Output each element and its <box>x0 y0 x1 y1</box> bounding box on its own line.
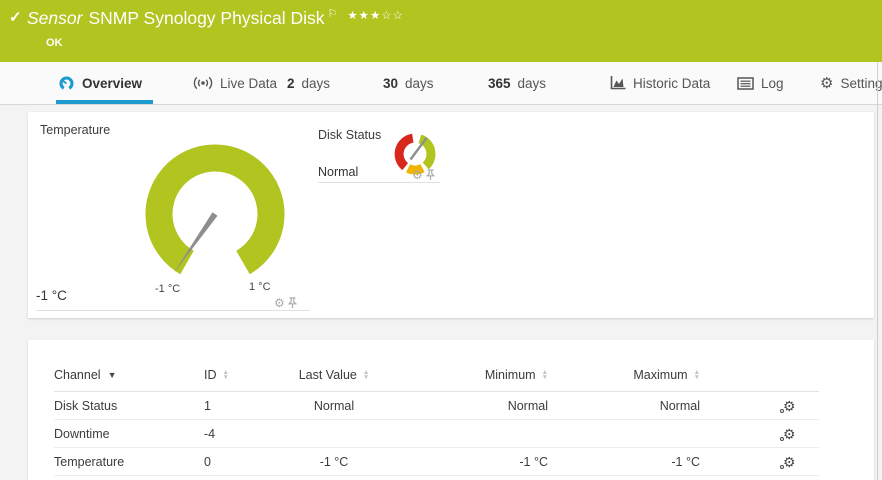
page-title: SNMP Synology Physical Disk <box>88 8 324 28</box>
pin-icon[interactable] <box>288 297 297 309</box>
channels-table: Channel ▼ ID ▲▼ Last Value ▲▼ Minimum ▲▼… <box>28 340 874 476</box>
content-right-divider <box>877 62 878 480</box>
tab-2-days[interactable]: 2 days <box>287 62 330 104</box>
column-header-maximum[interactable]: Maximum ▲▼ <box>552 368 704 382</box>
priority-stars[interactable]: ★★★☆☆ <box>347 10 404 22</box>
tab-label: Live Data <box>220 76 277 91</box>
tab-label: days <box>405 76 434 91</box>
table-row[interactable]: Temperature 0 -1 °C -1 °C -1 °C ⚙ <box>54 448 819 476</box>
tab-365-days[interactable]: 365 days <box>488 62 546 104</box>
flag-icon[interactable]: ⚐ <box>327 8 337 20</box>
table-row[interactable]: Downtime -4 ⚙ <box>54 420 819 448</box>
cell-minimum: -1 °C <box>384 455 552 469</box>
tab-label: Historic Data <box>633 76 710 91</box>
table-row[interactable]: Disk Status 1 Normal Normal Normal ⚙ <box>54 392 819 420</box>
live-data-icon <box>193 76 213 90</box>
tab-label: Log <box>761 76 784 91</box>
temperature-gauge[interactable] <box>140 139 290 289</box>
object-kind-label: Sensor <box>27 8 82 28</box>
cell-minimum: Normal <box>384 399 552 413</box>
active-tab-indicator <box>56 100 153 104</box>
tab-log[interactable]: Log <box>737 62 784 104</box>
sort-icon: ▲▼ <box>542 370 548 380</box>
gauge-settings-gear-icon[interactable]: ⚙ <box>274 297 285 309</box>
temperature-current-value: -1 °C <box>36 288 67 303</box>
tab-historic-data[interactable]: Historic Data <box>610 62 710 104</box>
historic-chart-icon <box>610 76 626 90</box>
disk-status-gauge-actions: ⚙ <box>412 169 435 181</box>
gauge-icon <box>58 75 75 92</box>
cell-maximum: Normal <box>552 399 704 413</box>
tab-label: Overview <box>82 76 142 91</box>
gear-icon: ⚙ <box>820 76 833 91</box>
divider <box>318 182 440 183</box>
temperature-scale-min: -1 °C <box>155 283 180 295</box>
priority-stars-empty: ☆☆ <box>381 10 404 22</box>
tab-number: 30 <box>383 76 398 91</box>
cell-channel[interactable]: Disk Status <box>54 399 204 413</box>
table-header-row: Channel ▼ ID ▲▼ Last Value ▲▼ Minimum ▲▼… <box>54 358 819 392</box>
pin-icon[interactable] <box>426 169 435 181</box>
sort-icon: ▲▼ <box>694 370 700 380</box>
tab-30-days[interactable]: 30 days <box>383 62 434 104</box>
column-header-id[interactable]: ID ▲▼ <box>204 368 284 382</box>
temperature-scale-max: 1 °C <box>249 281 271 293</box>
cell-last-value: Normal <box>284 399 384 413</box>
status-badge: OK <box>46 37 63 49</box>
column-header-last-value[interactable]: Last Value ▲▼ <box>284 368 384 382</box>
gauges-panel: Temperature -1 °C -1 °C 1 °C ⚙ Disk Stat… <box>28 112 874 318</box>
tab-label: Settings <box>840 76 882 91</box>
tab-label: days <box>302 76 331 91</box>
temperature-gauge-title: Temperature <box>40 123 110 137</box>
disk-status-current-value: Normal <box>318 165 358 179</box>
divider <box>36 310 310 311</box>
status-ok-check-icon: ✓ <box>9 8 22 26</box>
channel-settings-gear-icon[interactable]: ⚙ <box>779 453 799 471</box>
cell-channel[interactable]: Temperature <box>54 455 204 469</box>
cell-id: -4 <box>204 427 284 441</box>
channel-settings-gear-icon[interactable]: ⚙ <box>779 397 799 415</box>
tab-label: days <box>518 76 547 91</box>
tab-live-data[interactable]: Live Data <box>193 62 277 104</box>
tab-settings[interactable]: ⚙ Settings <box>820 62 882 104</box>
tab-overview[interactable]: Overview <box>58 62 142 104</box>
sort-desc-icon: ▼ <box>108 370 117 380</box>
tab-number: 2 <box>287 76 295 91</box>
sort-icon: ▲▼ <box>223 370 229 380</box>
temperature-gauge-actions: ⚙ <box>274 297 297 309</box>
log-list-icon <box>737 77 754 90</box>
channel-settings-gear-icon[interactable]: ⚙ <box>779 425 799 443</box>
tab-bar: Overview Live Data 2 days 30 days 365 da… <box>0 62 882 105</box>
column-header-minimum[interactable]: Minimum ▲▼ <box>384 368 552 382</box>
cell-last-value: -1 °C <box>284 455 384 469</box>
gauge-settings-gear-icon[interactable]: ⚙ <box>412 169 423 181</box>
sort-icon: ▲▼ <box>363 370 369 380</box>
cell-id: 0 <box>204 455 284 469</box>
sensor-header: ✓ Sensor SNMP Synology Physical Disk⚐ ★★★☆… <box>0 0 882 62</box>
cell-id: 1 <box>204 399 284 413</box>
tab-number: 365 <box>488 76 511 91</box>
column-header-channel[interactable]: Channel ▼ <box>54 368 204 382</box>
cell-channel[interactable]: Downtime <box>54 427 204 441</box>
priority-stars-filled: ★★★ <box>347 10 381 22</box>
channels-table-panel: Channel ▼ ID ▲▼ Last Value ▲▼ Minimum ▲▼… <box>28 340 874 480</box>
disk-status-gauge-title: Disk Status <box>318 128 381 142</box>
sensor-title-line: Sensor SNMP Synology Physical Disk⚐ ★★★☆☆ <box>27 7 404 29</box>
cell-maximum: -1 °C <box>552 455 704 469</box>
